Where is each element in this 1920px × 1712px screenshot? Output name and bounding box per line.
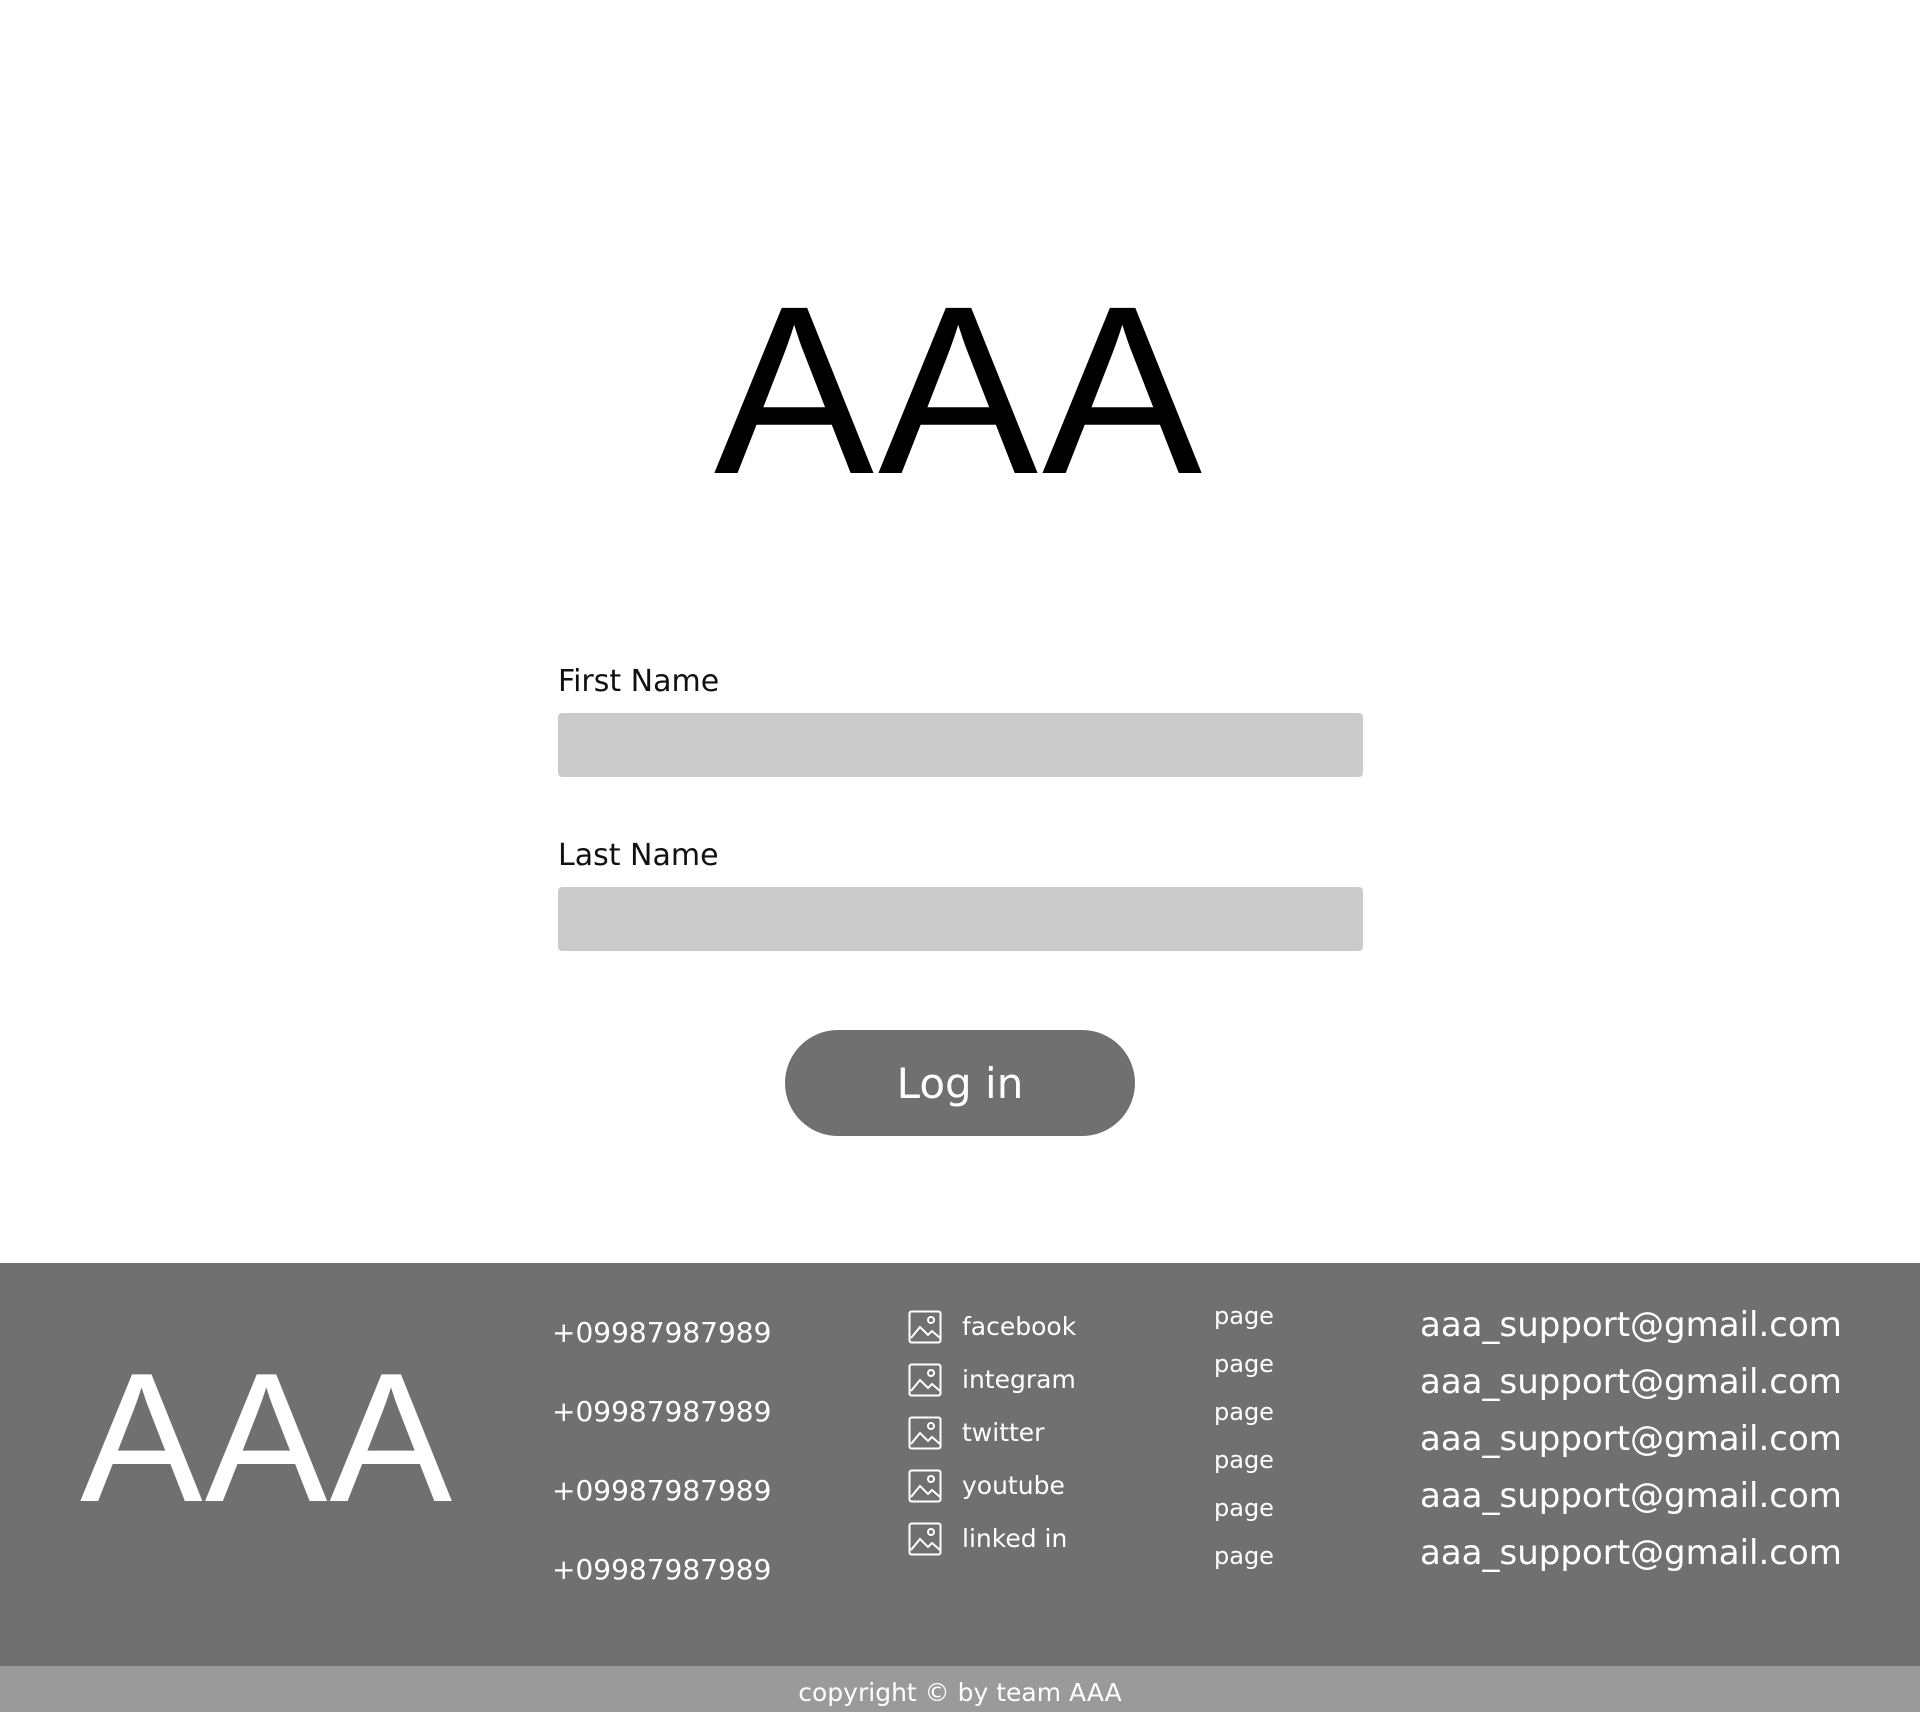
first-name-input[interactable] — [558, 713, 1363, 777]
image-icon — [908, 1469, 942, 1503]
social-link-youtube[interactable]: youtube — [908, 1468, 1065, 1504]
social-label: linked in — [962, 1524, 1068, 1553]
page-link[interactable]: page — [1214, 1493, 1274, 1523]
support-email: aaa_support@gmail.com — [1420, 1305, 1842, 1345]
footer-logo: AAA — [80, 1334, 455, 1540]
image-icon — [908, 1416, 942, 1450]
social-link-twitter[interactable]: twitter — [908, 1415, 1044, 1451]
social-label: youtube — [962, 1471, 1065, 1500]
page-link[interactable]: page — [1214, 1301, 1274, 1331]
last-name-input[interactable] — [558, 887, 1363, 951]
social-link-facebook[interactable]: facebook — [908, 1309, 1076, 1345]
image-icon — [908, 1522, 942, 1556]
social-label: integram — [962, 1365, 1076, 1394]
phone-number: +09987987989 — [552, 1395, 772, 1428]
support-email: aaa_support@gmail.com — [1420, 1476, 1842, 1516]
image-icon — [908, 1310, 942, 1344]
phone-number: +09987987989 — [552, 1474, 772, 1507]
page-link[interactable]: page — [1214, 1541, 1274, 1571]
image-icon — [908, 1363, 942, 1397]
support-email: aaa_support@gmail.com — [1420, 1419, 1842, 1459]
login-button[interactable]: Log in — [785, 1030, 1135, 1136]
page-link[interactable]: page — [1214, 1445, 1274, 1475]
page-logo: AAA — [713, 256, 1207, 524]
social-link-integram[interactable]: integram — [908, 1362, 1076, 1398]
footer: AAA +09987987989 +09987987989 +099879879… — [0, 1263, 1920, 1666]
support-email: aaa_support@gmail.com — [1420, 1533, 1842, 1573]
phone-number: +09987987989 — [552, 1553, 772, 1586]
phone-number: +09987987989 — [552, 1316, 772, 1349]
page-link[interactable]: page — [1214, 1349, 1274, 1379]
copyright-bar: copyright © by team AAA — [0, 1666, 1920, 1712]
social-label: facebook — [962, 1312, 1077, 1341]
page-link[interactable]: page — [1214, 1397, 1274, 1427]
support-email: aaa_support@gmail.com — [1420, 1362, 1842, 1402]
last-name-label: Last Name — [558, 838, 719, 873]
social-label: twitter — [962, 1418, 1045, 1447]
copyright-text: copyright © by team AAA — [798, 1678, 1122, 1707]
social-link-linkedin[interactable]: linked in — [908, 1521, 1067, 1557]
first-name-label: First Name — [558, 664, 720, 699]
